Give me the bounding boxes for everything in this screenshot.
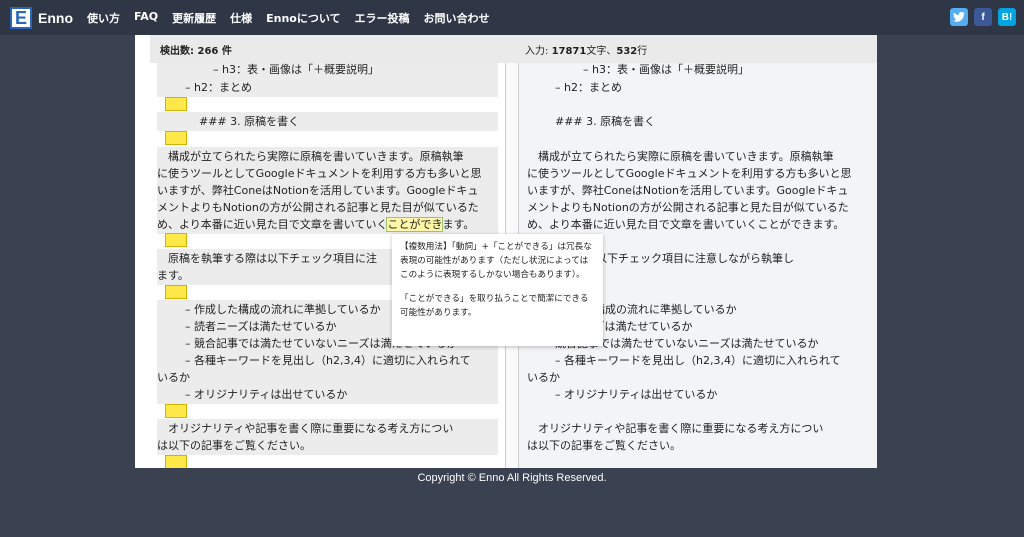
facebook-icon[interactable]: f bbox=[974, 8, 992, 26]
nav-error-report[interactable]: エラー投稿 bbox=[355, 10, 410, 26]
nav-contact[interactable]: お問い合わせ bbox=[424, 10, 490, 26]
text-line: め、より本番に近い見た目で文章を書いていくことができます。 bbox=[157, 215, 498, 234]
text-line: – h3：表・画像は「＋概要説明」 bbox=[157, 63, 498, 79]
top-navbar: E Enno 使い方 FAQ 更新履歴 仕様 Ennoについて エラー投稿 お問… bbox=[0, 0, 1024, 35]
hatena-bookmark-icon[interactable]: B! bbox=[998, 8, 1016, 26]
social-buttons: f B! bbox=[944, 8, 1016, 26]
empty-line-marker[interactable] bbox=[165, 455, 187, 468]
text-line: め、より本番に近い見た目で文章を書いていくことができます。 bbox=[527, 218, 845, 231]
nav-changelog[interactable]: 更新履歴 bbox=[172, 10, 216, 26]
nav-about[interactable]: Ennoについて bbox=[266, 10, 340, 26]
footer-copyright: Copyright © Enno All Rights Reserved. bbox=[417, 472, 607, 484]
main-nav: 使い方 FAQ 更新履歴 仕様 Ennoについて エラー投稿 お問い合わせ bbox=[87, 10, 504, 26]
text-line: ### 3. 原稿を書く bbox=[555, 115, 656, 128]
text-line: は以下の記事をご覧ください。 bbox=[527, 439, 681, 452]
nav-usage[interactable]: 使い方 bbox=[87, 10, 120, 26]
text-line: – オリジナリティは出せているか bbox=[555, 388, 718, 401]
nav-faq[interactable]: FAQ bbox=[134, 10, 158, 26]
text-line: – h2：まとめ bbox=[555, 81, 622, 94]
text-line: – h2：まとめ bbox=[157, 78, 498, 97]
logo-text: Enno bbox=[38, 9, 73, 26]
logo[interactable]: E Enno bbox=[10, 6, 73, 29]
highlighted-issue[interactable]: ことができ bbox=[386, 217, 444, 232]
detection-count: 検出数: 266 件 bbox=[160, 45, 232, 57]
text-line: ### 3. 原稿を書く bbox=[157, 112, 498, 131]
input-stats: 入力: 17871文字、532行 bbox=[525, 45, 648, 57]
status-bar: 検出数: 266 件 入力: 17871文字、532行 bbox=[150, 35, 877, 63]
tooltip-description: 【複数用法】「動詞」+「ことができる」は冗長な表現の可能性があります（ただし状況… bbox=[400, 242, 592, 280]
tooltip-suggestion: 「ことができる」を取り払うことで簡潔にできる可能性があります。 bbox=[400, 294, 589, 318]
empty-line-marker[interactable] bbox=[165, 97, 187, 111]
line-count: 532 bbox=[616, 45, 638, 57]
nav-spec[interactable]: 仕様 bbox=[230, 10, 252, 26]
empty-line-marker[interactable] bbox=[165, 404, 187, 418]
logo-icon: E bbox=[10, 6, 32, 29]
twitter-icon[interactable] bbox=[950, 8, 968, 26]
text-line: – 各種キーワードを見出し（h2,3,4）に適切に入れられて bbox=[555, 354, 841, 367]
text-line: – h3：表・画像は「＋概要説明」 bbox=[583, 63, 749, 76]
char-count: 17871 bbox=[551, 45, 587, 57]
empty-line-marker[interactable] bbox=[165, 131, 187, 145]
empty-line-marker[interactable] bbox=[165, 233, 187, 247]
empty-line-marker[interactable] bbox=[165, 285, 187, 299]
issue-tooltip: 【複数用法】「動詞」+「ことができる」は冗長な表現の可能性があります（ただし状況… bbox=[392, 234, 603, 346]
text-line: – オリジナリティは出せているか bbox=[157, 385, 498, 404]
text-line: は以下の記事をご覧ください。 bbox=[157, 436, 498, 455]
